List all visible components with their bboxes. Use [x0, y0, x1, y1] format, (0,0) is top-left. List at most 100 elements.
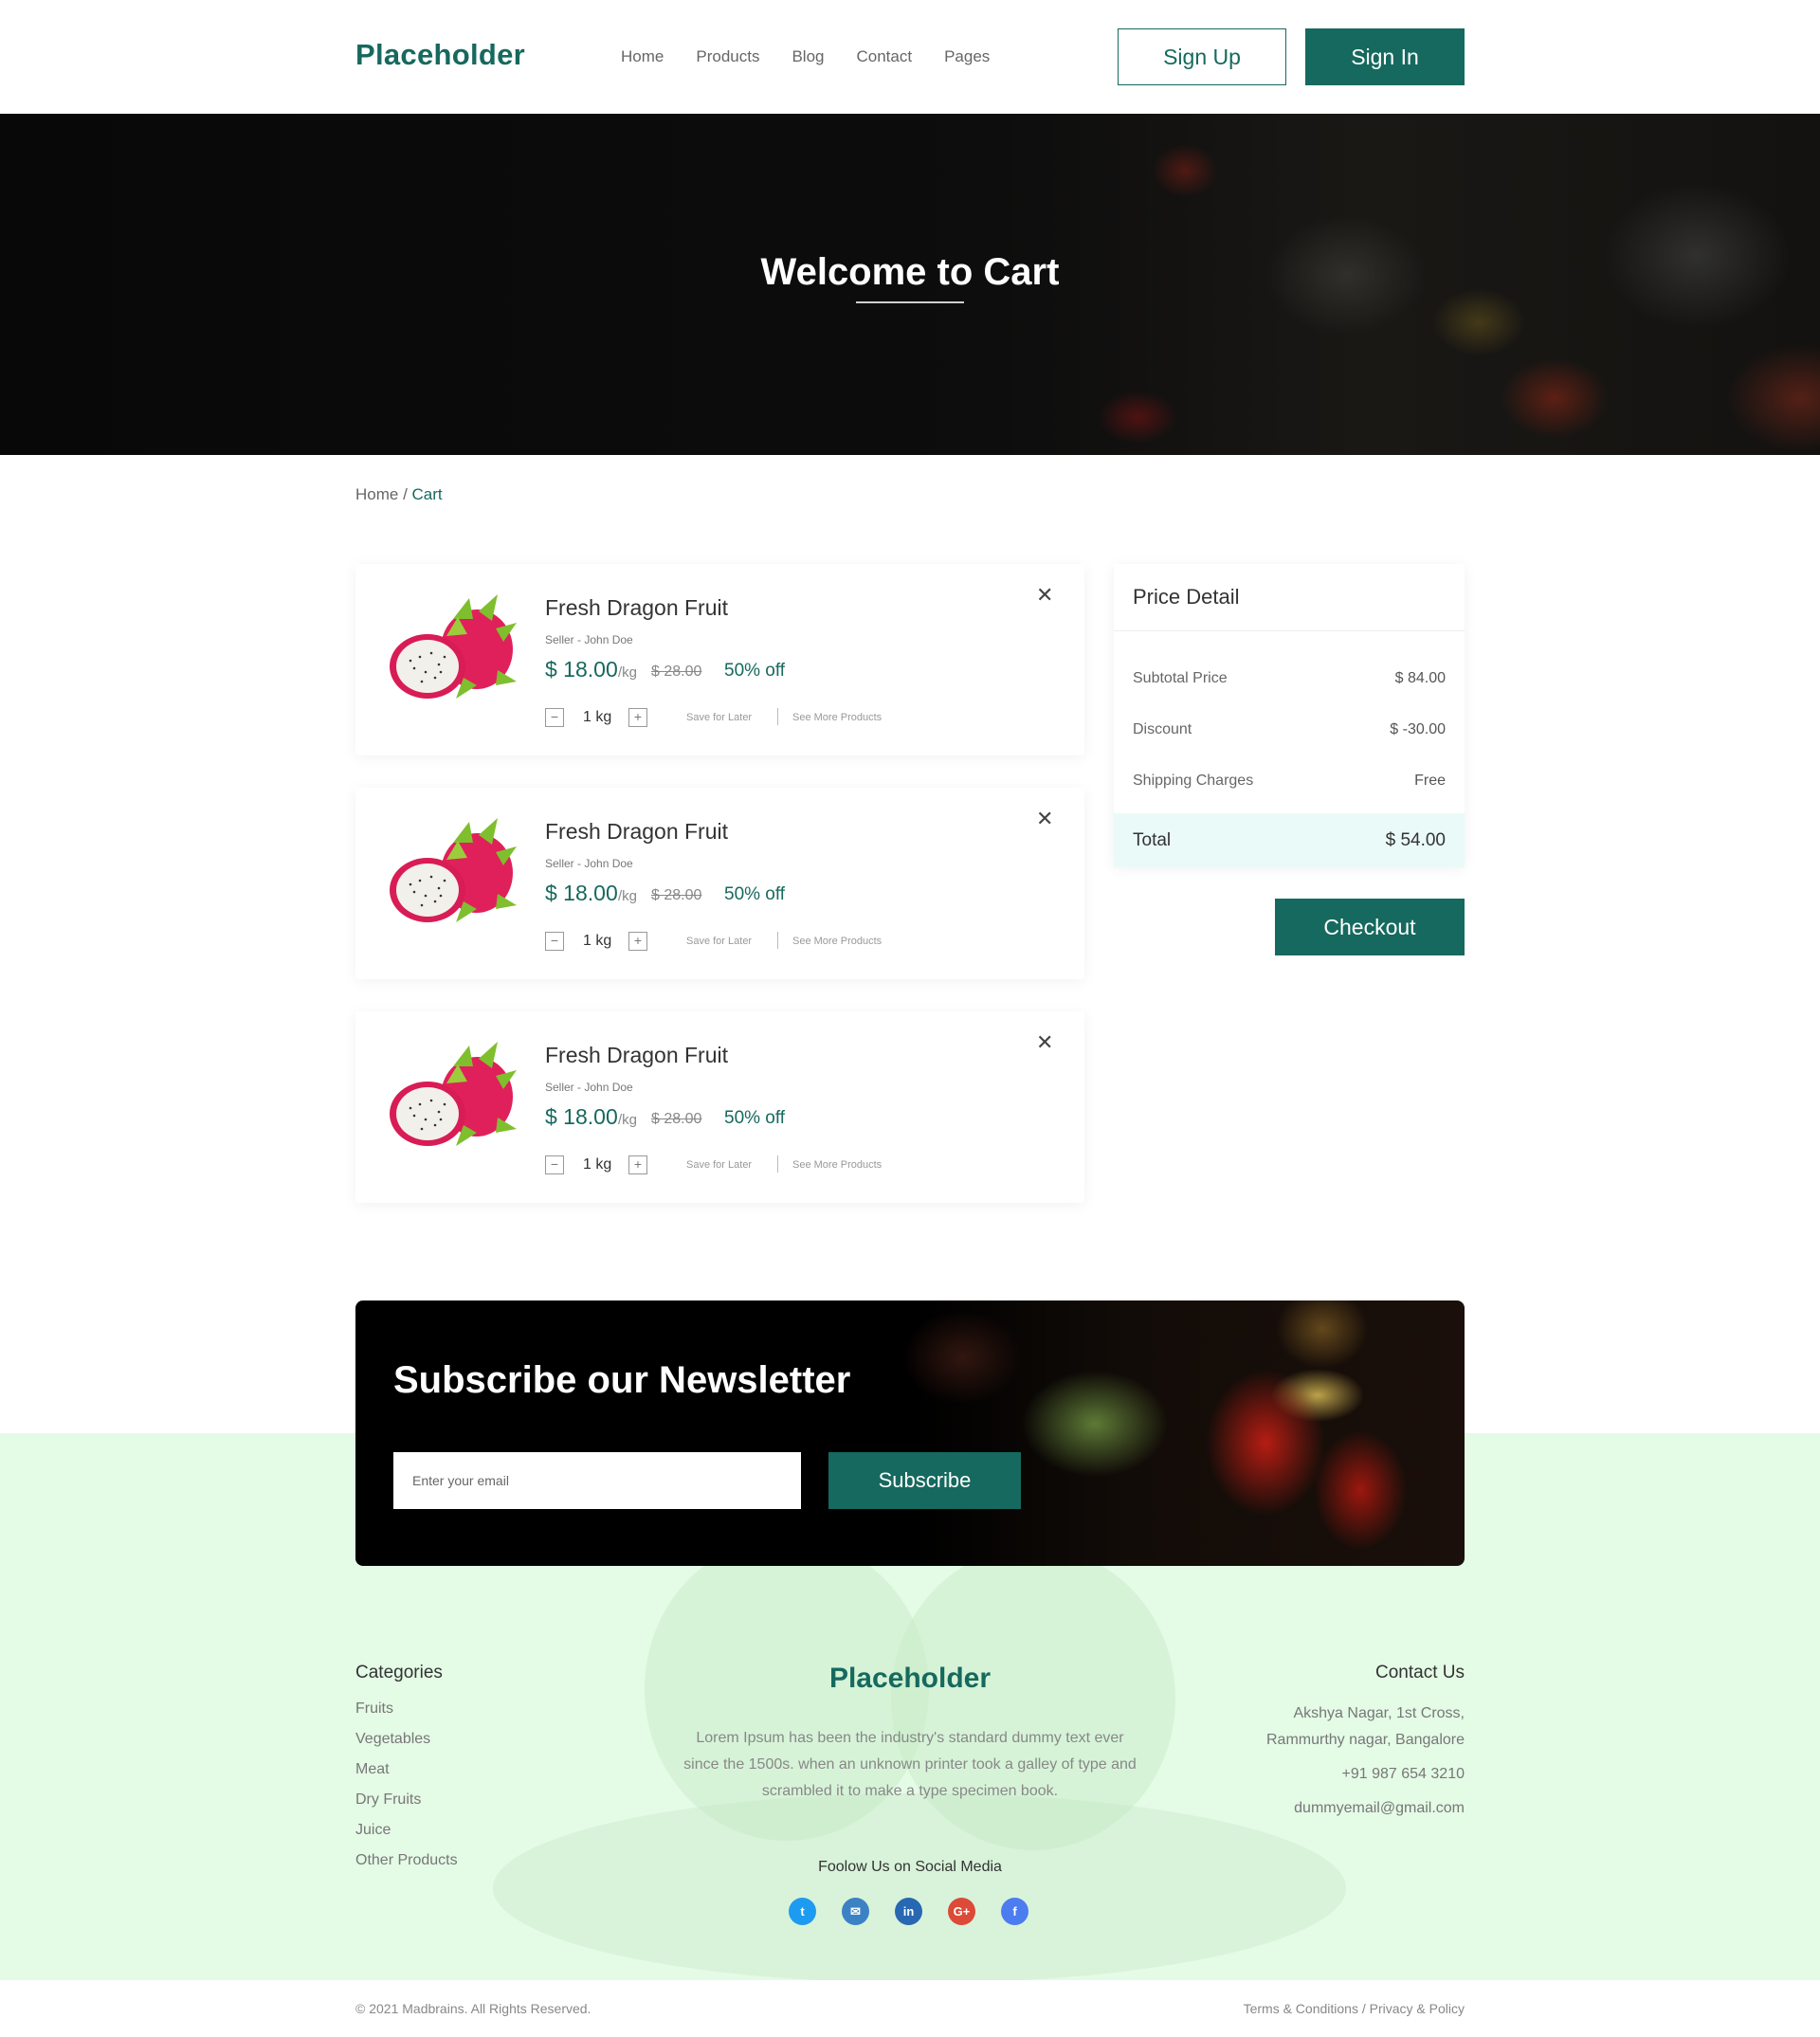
breadcrumb-home[interactable]: Home [355, 485, 398, 503]
subscribe-button[interactable]: Subscribe [828, 1452, 1021, 1509]
cart-item: Fresh Dragon Fruit Seller - John Doe $ 1… [355, 1011, 1084, 1203]
discount-value: $ -30.00 [1390, 721, 1446, 737]
item-price: $ 18.00 [545, 881, 618, 905]
facebook-icon[interactable]: f [1001, 1898, 1028, 1925]
item-seller: Seller - John Doe [545, 857, 633, 870]
subtotal-label: Subtotal Price [1133, 670, 1228, 686]
dragon-fruit-image [390, 594, 517, 699]
item-seller: Seller - John Doe [545, 633, 633, 646]
newsletter-banner: Subscribe our Newsletter Subscribe [355, 1300, 1465, 1566]
page: Placeholder Home Products Blog Contact P… [0, 0, 1820, 2037]
see-more-products-link[interactable]: See More Products [792, 712, 882, 723]
item-quantity: 1 kg [583, 1156, 612, 1173]
category-vegetables[interactable]: Vegetables [355, 1731, 458, 1761]
bottom-bar [0, 1980, 1820, 2037]
terms-link[interactable]: Terms & Conditions [1244, 2001, 1358, 2016]
item-unit: /kg [618, 664, 638, 681]
see-more-products-link[interactable]: See More Products [792, 936, 882, 947]
copyright: © 2021 Madbrains. All Rights Reserved. [355, 2001, 592, 2016]
mail-icon[interactable]: ✉ [842, 1898, 869, 1925]
categories-list: Fruits Vegetables Meat Dry Fruits Juice … [355, 1701, 458, 1882]
google-plus-icon[interactable]: G+ [948, 1898, 975, 1925]
item-unit: /kg [618, 888, 638, 904]
shipping-label: Shipping Charges [1133, 773, 1254, 789]
sign-up-button[interactable]: Sign Up [1118, 28, 1286, 85]
discount-row: Discount $ -30.00 [1133, 721, 1446, 738]
item-price: $ 18.00 [545, 657, 618, 682]
email-address[interactable]: dummyemail@gmail.com [1266, 1795, 1465, 1822]
link-divider [777, 708, 778, 725]
increase-qty-button[interactable]: + [628, 708, 647, 727]
hero-banner: Welcome to Cart [0, 114, 1820, 455]
link-divider [777, 932, 778, 949]
category-juice[interactable]: Juice [355, 1822, 458, 1852]
total-row: Total $ 54.00 [1114, 813, 1465, 867]
main-nav: Home Products Blog Contact Pages [621, 47, 990, 66]
nav-blog[interactable]: Blog [792, 47, 824, 66]
contact-info: Akshya Nagar, 1st Cross, Rammurthy nagar… [1266, 1701, 1465, 1822]
twitter-icon[interactable]: t [789, 1898, 816, 1925]
site-header: Placeholder Home Products Blog Contact P… [0, 0, 1820, 114]
decrease-qty-button[interactable]: − [545, 932, 564, 951]
cart-item: Fresh Dragon Fruit Seller - John Doe $ 1… [355, 564, 1084, 755]
increase-qty-button[interactable]: + [628, 932, 647, 951]
checkout-button[interactable]: Checkout [1275, 899, 1465, 955]
shipping-value: Free [1414, 773, 1446, 789]
privacy-link[interactable]: Privacy & Policy [1370, 2001, 1465, 2016]
shipping-row: Shipping Charges Free [1133, 773, 1446, 790]
item-old-price: $ 28.00 [651, 1111, 702, 1127]
item-quantity: 1 kg [583, 709, 612, 725]
price-detail-title: Price Detail [1133, 585, 1240, 609]
total-value: $ 54.00 [1385, 829, 1446, 850]
footer-logo[interactable]: Placeholder [0, 1663, 1820, 1695]
decrease-qty-button[interactable]: − [545, 1155, 564, 1174]
save-for-later-link[interactable]: Save for Later [686, 712, 752, 723]
nav-home[interactable]: Home [621, 47, 664, 66]
sign-in-button[interactable]: Sign In [1305, 28, 1465, 85]
item-name[interactable]: Fresh Dragon Fruit [545, 1043, 728, 1068]
newsletter-title: Subscribe our Newsletter [393, 1359, 851, 1401]
legal-links: Terms & Conditions / Privacy & Policy [1244, 2001, 1465, 2016]
footer-description: Lorem Ipsum has been the industry's stan… [683, 1730, 1137, 1799]
item-unit: /kg [618, 1112, 638, 1128]
subtotal-row: Subtotal Price $ 84.00 [1133, 670, 1446, 687]
price-detail-card: Price Detail Subtotal Price $ 84.00 Disc… [1114, 564, 1465, 867]
nav-contact[interactable]: Contact [856, 47, 912, 66]
category-fruits[interactable]: Fruits [355, 1701, 458, 1731]
link-divider [777, 1155, 778, 1173]
address-line-1: Akshya Nagar, 1st Cross, [1293, 1705, 1465, 1721]
decor-blob [493, 1793, 1346, 1983]
category-dry-fruits[interactable]: Dry Fruits [355, 1791, 458, 1822]
linkedin-icon[interactable]: in [895, 1898, 922, 1925]
phone-number[interactable]: +91 987 654 3210 [1266, 1761, 1465, 1788]
item-discount: 50% off [724, 884, 786, 904]
remove-item-icon[interactable]: ✕ [1036, 809, 1053, 829]
increase-qty-button[interactable]: + [628, 1155, 647, 1174]
item-quantity: 1 kg [583, 933, 612, 949]
save-for-later-link[interactable]: Save for Later [686, 936, 752, 947]
discount-label: Discount [1133, 721, 1192, 737]
nav-pages[interactable]: Pages [944, 47, 990, 66]
item-name[interactable]: Fresh Dragon Fruit [545, 819, 728, 845]
email-input[interactable] [393, 1452, 801, 1509]
decrease-qty-button[interactable]: − [545, 708, 564, 727]
breadcrumb: Home / Cart [355, 485, 443, 504]
item-name[interactable]: Fresh Dragon Fruit [545, 595, 728, 621]
category-meat[interactable]: Meat [355, 1761, 458, 1791]
remove-item-icon[interactable]: ✕ [1036, 585, 1053, 606]
item-old-price: $ 28.00 [651, 887, 702, 903]
nav-products[interactable]: Products [696, 47, 759, 66]
item-discount: 50% off [724, 661, 786, 681]
contact-title: Contact Us [1375, 1663, 1465, 1682]
hero-title: Welcome to Cart [760, 251, 1060, 293]
legal-separator: / [1357, 2001, 1370, 2016]
divider [1114, 630, 1465, 631]
save-for-later-link[interactable]: Save for Later [686, 1159, 752, 1171]
item-discount: 50% off [724, 1108, 786, 1128]
item-old-price: $ 28.00 [651, 664, 702, 680]
site-logo[interactable]: Placeholder [355, 38, 525, 72]
item-seller: Seller - John Doe [545, 1081, 633, 1094]
see-more-products-link[interactable]: See More Products [792, 1159, 882, 1171]
remove-item-icon[interactable]: ✕ [1036, 1032, 1053, 1053]
total-label: Total [1133, 829, 1172, 850]
